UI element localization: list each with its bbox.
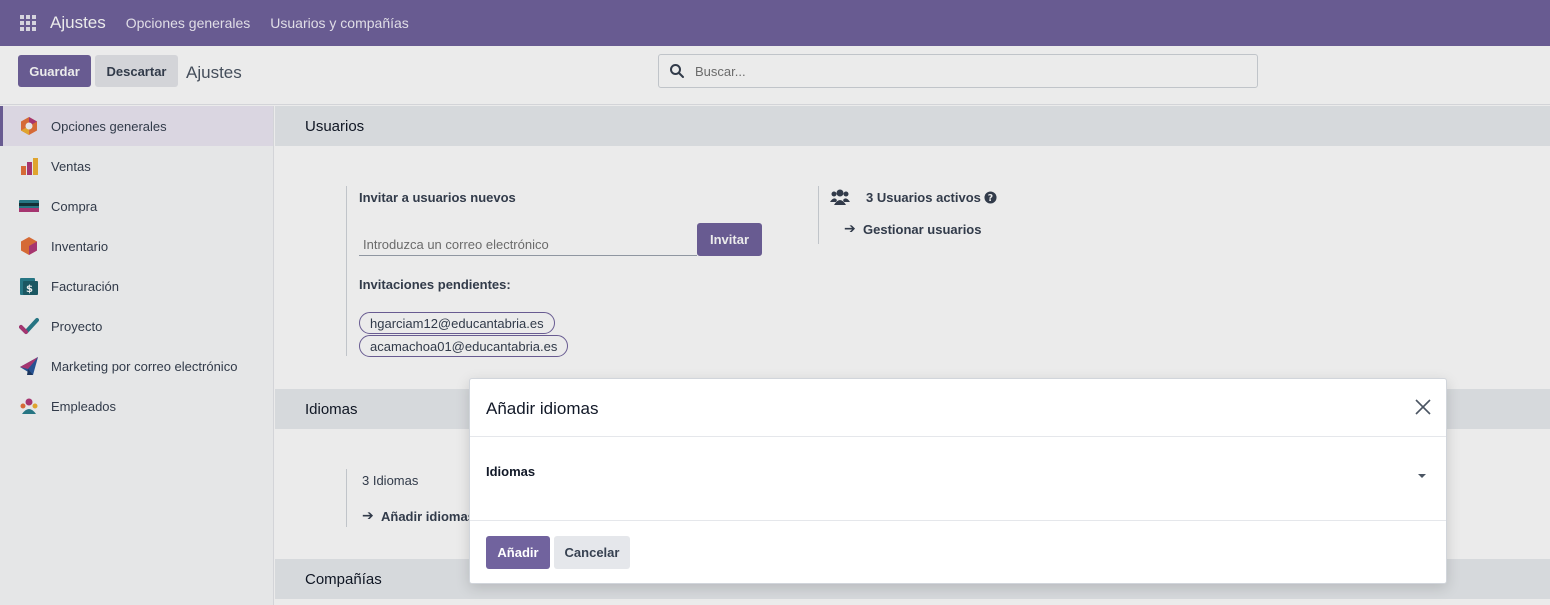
cancel-button[interactable]: Cancelar	[554, 536, 630, 569]
add-button[interactable]: Añadir	[486, 536, 550, 569]
close-icon[interactable]	[1414, 398, 1432, 416]
add-languages-dialog: Añadir idiomas Idiomas Añadir Cancelar	[469, 378, 1447, 584]
dialog-header: Añadir idiomas	[470, 379, 1446, 437]
dialog-title: Añadir idiomas	[486, 399, 599, 418]
languages-select[interactable]	[570, 455, 1430, 489]
languages-field-label: Idiomas	[486, 464, 536, 479]
chevron-down-icon[interactable]	[1418, 474, 1426, 478]
dialog-body: Idiomas	[470, 437, 1446, 521]
